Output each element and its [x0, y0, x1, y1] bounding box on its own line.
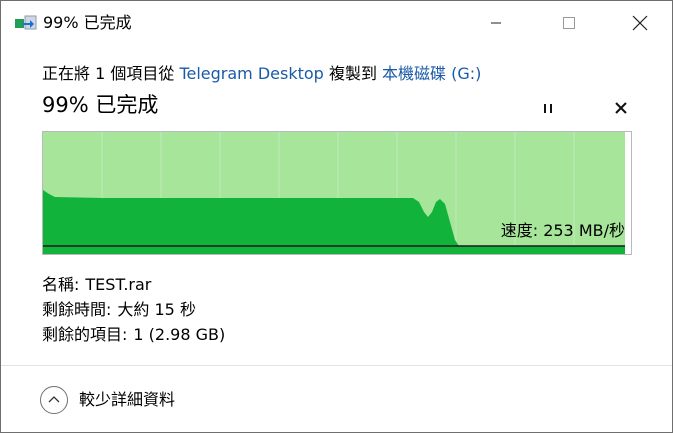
detail-items-remaining: 剩餘的項目: 1 (2.98 GB)	[42, 322, 225, 347]
details-panel: 名稱: TEST.rar 剩餘時間: 大約 15 秒 剩餘的項目: 1 (2.98 G…	[42, 272, 225, 347]
title-bar[interactable]: 99% 已完成	[1, 1, 672, 45]
cancel-button[interactable]	[607, 96, 635, 120]
close-button[interactable]	[615, 1, 665, 45]
items-value: 1 (2.98 GB)	[133, 325, 226, 344]
speed-label: 速度: 253 MB/秒	[500, 221, 625, 240]
cancel-icon	[615, 102, 627, 114]
progress-percent: 99% 已完成	[42, 93, 159, 117]
time-label: 剩餘時間:	[42, 300, 112, 319]
fewer-details-label[interactable]: 較少詳細資料	[79, 389, 175, 411]
copy-dialog-window: 99% 已完成 正在將 1 個項目從 Telegram Desktop 複製到 …	[0, 0, 673, 433]
name-label: 名稱:	[42, 275, 80, 294]
file-copy-icon	[15, 15, 37, 31]
destination-link[interactable]: 本機磁碟 (G:)	[382, 64, 481, 83]
window-title: 99% 已完成	[43, 13, 132, 32]
detail-time-remaining: 剩餘時間: 大約 15 秒	[42, 297, 225, 322]
pause-button[interactable]	[534, 96, 562, 120]
source-link[interactable]: Telegram Desktop	[179, 64, 323, 83]
chevron-up-icon[interactable]	[40, 386, 68, 414]
copy-description: 正在將 1 個項目從 Telegram Desktop 複製到 本機磁碟 (G:…	[42, 63, 481, 85]
minimize-icon	[491, 22, 501, 24]
items-label: 剩餘的項目:	[42, 325, 128, 344]
maximize-button[interactable]	[544, 1, 594, 45]
detail-name: 名稱: TEST.rar	[42, 272, 225, 297]
pause-icon	[544, 104, 552, 113]
footer-divider	[1, 365, 672, 366]
copy-middle: 複製到	[328, 64, 377, 83]
minimize-button[interactable]	[471, 1, 521, 45]
name-value: TEST.rar	[85, 275, 152, 294]
close-icon	[632, 15, 648, 31]
fewer-details-toggle[interactable]: 較少詳細資料	[40, 386, 175, 414]
transfer-speed-graph: 速度: 253 MB/秒	[42, 131, 632, 255]
time-value: 大約 15 秒	[117, 300, 196, 319]
copy-prefix: 正在將 1 個項目從	[42, 64, 175, 83]
maximize-icon	[563, 17, 575, 29]
